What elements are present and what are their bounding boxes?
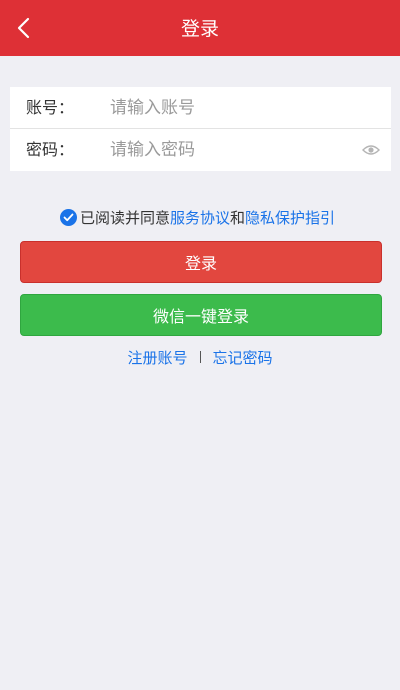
eye-icon [362,145,380,155]
agreement-checkbox[interactable] [60,208,77,226]
account-row: 账号： [10,87,391,129]
agreement-connector: 和 [230,208,246,227]
agreement-prefix: 已阅读并同意 [80,208,171,227]
back-button[interactable] [8,12,40,44]
page-title: 登录 [180,18,219,40]
password-label: 密码： [26,140,75,159]
chevron-left-icon [17,17,30,39]
login-button[interactable]: 登录 [20,241,382,283]
password-input[interactable] [110,135,360,165]
register-link[interactable]: 注册账号 [127,347,187,368]
privacy-policy-link[interactable]: 隐私保护指引 [245,207,335,228]
links-divider [199,351,201,363]
account-input[interactable] [110,93,360,123]
account-label: 账号： [26,98,75,117]
password-visibility-toggle[interactable] [361,141,381,159]
service-agreement-link[interactable]: 服务协议 [170,207,230,228]
forgot-password-link[interactable]: 忘记密码 [213,347,273,368]
header-bar: 登录 [0,0,400,56]
wechat-login-button[interactable]: 微信一键登录 [20,294,382,336]
agreement-row: 已阅读并同意 服务协议 和 隐私保护指引 [60,206,335,228]
login-form: 账号： 密码： [10,87,391,171]
bottom-links: 注册账号 忘记密码 [0,346,400,368]
password-row: 密码： [10,129,391,171]
check-icon [63,213,74,221]
